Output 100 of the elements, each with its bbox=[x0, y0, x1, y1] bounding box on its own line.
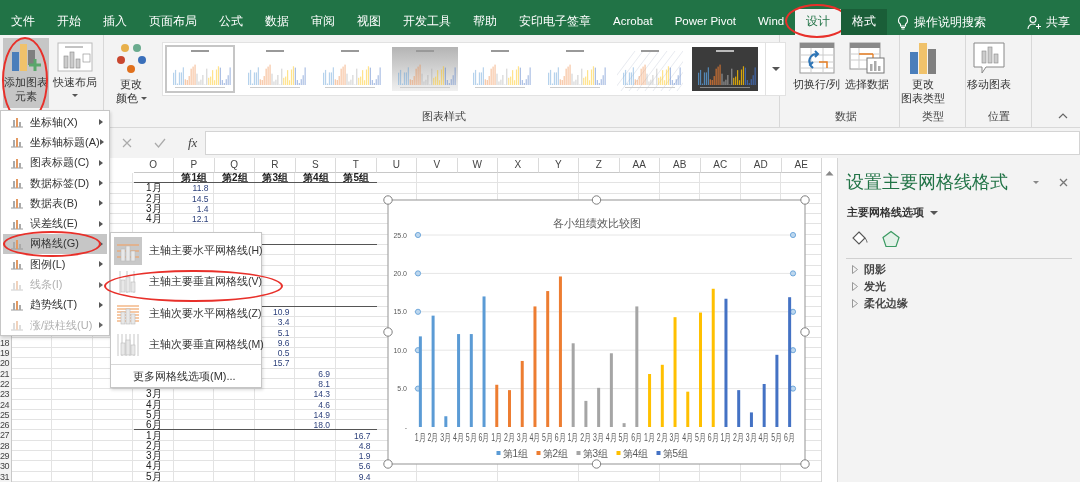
menu-item[interactable]: 图例(L) bbox=[3, 254, 107, 275]
gridline-handle[interactable] bbox=[415, 270, 421, 277]
ribbon-tab[interactable]: 公式 bbox=[208, 9, 254, 35]
scrollbar[interactable] bbox=[821, 158, 838, 482]
column-header[interactable]: P bbox=[174, 158, 215, 173]
menu-item[interactable]: 误差线(E) bbox=[3, 213, 107, 234]
resize-handle[interactable] bbox=[383, 195, 393, 205]
column-header[interactable]: X bbox=[498, 158, 539, 173]
menu-item[interactable]: 数据表(B) bbox=[3, 193, 107, 214]
column-header[interactable]: T bbox=[336, 158, 377, 173]
gridline-handle[interactable] bbox=[790, 385, 796, 392]
cancel-icon[interactable] bbox=[122, 138, 132, 148]
row-header[interactable]: 23 bbox=[0, 389, 12, 400]
resize-handle[interactable] bbox=[383, 327, 393, 337]
column-header[interactable]: Z bbox=[579, 158, 620, 173]
switch-row-column-button[interactable]: 切换行/列 bbox=[792, 38, 842, 108]
caret-icon[interactable] bbox=[930, 211, 938, 215]
resize-handle[interactable] bbox=[383, 459, 393, 469]
resize-handle[interactable] bbox=[800, 195, 810, 205]
menu-item[interactable]: 主轴主要垂直网格线(V) bbox=[111, 266, 261, 298]
row-header[interactable]: 24 bbox=[0, 399, 12, 410]
row-header[interactable]: 31 bbox=[0, 471, 12, 482]
ribbon-tab[interactable]: 文件 bbox=[0, 9, 46, 35]
column-header[interactable]: AC bbox=[700, 158, 741, 173]
options-dropdown[interactable]: 主要网格线选项 bbox=[847, 206, 924, 220]
share-button[interactable]: 共享 bbox=[1027, 9, 1070, 35]
column-header[interactable]: V bbox=[417, 158, 458, 173]
check-icon[interactable] bbox=[154, 138, 166, 148]
gridline-handle[interactable] bbox=[790, 232, 796, 238]
menu-item[interactable]: 网格线(G) bbox=[3, 233, 107, 255]
chart-style-thumbnail[interactable] bbox=[390, 45, 460, 93]
column-header[interactable]: AB bbox=[660, 158, 701, 173]
ribbon-tab[interactable]: Wind bbox=[747, 9, 796, 35]
ribbon-tab[interactable]: 格式 bbox=[841, 9, 888, 35]
ribbon-tab[interactable]: 设计 bbox=[795, 9, 842, 35]
collapse-ribbon-icon[interactable] bbox=[1058, 113, 1068, 119]
column-header[interactable]: Q bbox=[214, 158, 255, 173]
resize-handle[interactable] bbox=[800, 459, 810, 469]
ribbon-tab[interactable]: 开始 bbox=[46, 9, 92, 35]
bar-chart-icon bbox=[10, 116, 24, 129]
ribbon-tab[interactable]: 安印电子签章 bbox=[508, 9, 602, 35]
menu-item[interactable]: 数据标签(D) bbox=[3, 172, 107, 194]
quick-layout-button[interactable]: 快速布局 bbox=[52, 38, 98, 108]
ribbon-tab[interactable]: 数据 bbox=[254, 9, 300, 35]
gridline-handle[interactable] bbox=[415, 232, 421, 238]
ribbon-tab[interactable]: 插入 bbox=[92, 9, 138, 35]
select-data-button[interactable]: 选择数据 bbox=[844, 38, 891, 108]
formula-input[interactable] bbox=[205, 131, 1080, 155]
section-header[interactable]: 发光 bbox=[846, 278, 1080, 295]
move-chart-button[interactable]: 移动图表 bbox=[966, 38, 1012, 108]
gridline-handle[interactable] bbox=[790, 308, 796, 315]
resize-handle[interactable] bbox=[591, 195, 602, 205]
column-header[interactable]: AA bbox=[619, 158, 660, 173]
pentagon-icon[interactable] bbox=[880, 228, 902, 250]
change-chart-type-button[interactable]: 更改 图表类型 bbox=[900, 38, 946, 108]
tell-me-search[interactable]: 操作说明搜索 bbox=[897, 9, 987, 35]
column-header[interactable]: Y bbox=[538, 158, 579, 173]
menu-item[interactable]: 坐标轴标题(A) bbox=[3, 132, 107, 153]
ribbon-tab[interactable]: Power Pivot bbox=[663, 9, 747, 35]
column-header[interactable]: AD bbox=[741, 158, 782, 173]
gridline-handle[interactable] bbox=[415, 308, 421, 315]
resize-handle[interactable] bbox=[591, 459, 602, 469]
gridline-handle[interactable] bbox=[790, 347, 796, 354]
menu-item[interactable]: 更多网格线选项(M)... bbox=[111, 365, 261, 387]
chart-style-thumbnail[interactable] bbox=[165, 45, 235, 93]
ribbon-tab[interactable]: 审阅 bbox=[300, 9, 346, 35]
column-header[interactable]: S bbox=[295, 158, 336, 173]
scroll-up-icon[interactable] bbox=[825, 170, 834, 176]
section-header[interactable]: 阴影 bbox=[846, 261, 1080, 278]
axis-category-label: 2月 bbox=[427, 431, 439, 444]
menu-item[interactable]: 主轴次要垂直网格线(M) bbox=[111, 329, 261, 361]
section-header[interactable]: 柔化边缘 bbox=[846, 295, 1080, 312]
change-colors-button[interactable]: 更改 颜色 bbox=[108, 38, 154, 108]
ribbon-tab[interactable]: 页面布局 bbox=[138, 9, 208, 35]
insert-function-button[interactable]: fx bbox=[188, 135, 198, 151]
column-header[interactable]: U bbox=[376, 158, 417, 173]
ribbon-tab[interactable]: 视图 bbox=[346, 9, 392, 35]
menu-item[interactable]: 图表标题(C) bbox=[3, 152, 107, 173]
ribbon-tab[interactable]: 帮助 bbox=[462, 9, 508, 35]
row-header[interactable]: 27 bbox=[0, 430, 12, 441]
ribbon-tab[interactable]: 开发工具 bbox=[392, 9, 462, 35]
menu-item[interactable]: 主轴次要水平网格线(Z) bbox=[111, 298, 261, 330]
caret-icon[interactable] bbox=[1033, 180, 1039, 184]
column-header[interactable]: AE bbox=[781, 158, 821, 173]
menu-item[interactable]: 主轴主要水平网格线(H) bbox=[111, 235, 261, 267]
ribbon-tab[interactable]: Acrobat bbox=[602, 9, 664, 35]
column-header[interactable]: O bbox=[133, 158, 174, 173]
resize-handle[interactable] bbox=[800, 327, 810, 337]
row-header[interactable]: 21 bbox=[0, 368, 12, 379]
chart-area[interactable] bbox=[387, 199, 806, 465]
chart-style-thumbnail[interactable] bbox=[690, 45, 760, 93]
column-header[interactable]: R bbox=[255, 158, 296, 173]
axis-category-label: 1月 bbox=[567, 431, 579, 444]
close-icon[interactable] bbox=[1059, 177, 1068, 187]
menu-item[interactable]: 趋势线(T) bbox=[3, 294, 107, 315]
column-header[interactable]: W bbox=[457, 158, 498, 173]
gridline-handle[interactable] bbox=[790, 270, 796, 277]
row-header[interactable]: 20 bbox=[0, 358, 12, 369]
menu-item[interactable]: 坐标轴(X) bbox=[3, 112, 107, 133]
row-header[interactable]: 30 bbox=[0, 461, 12, 472]
